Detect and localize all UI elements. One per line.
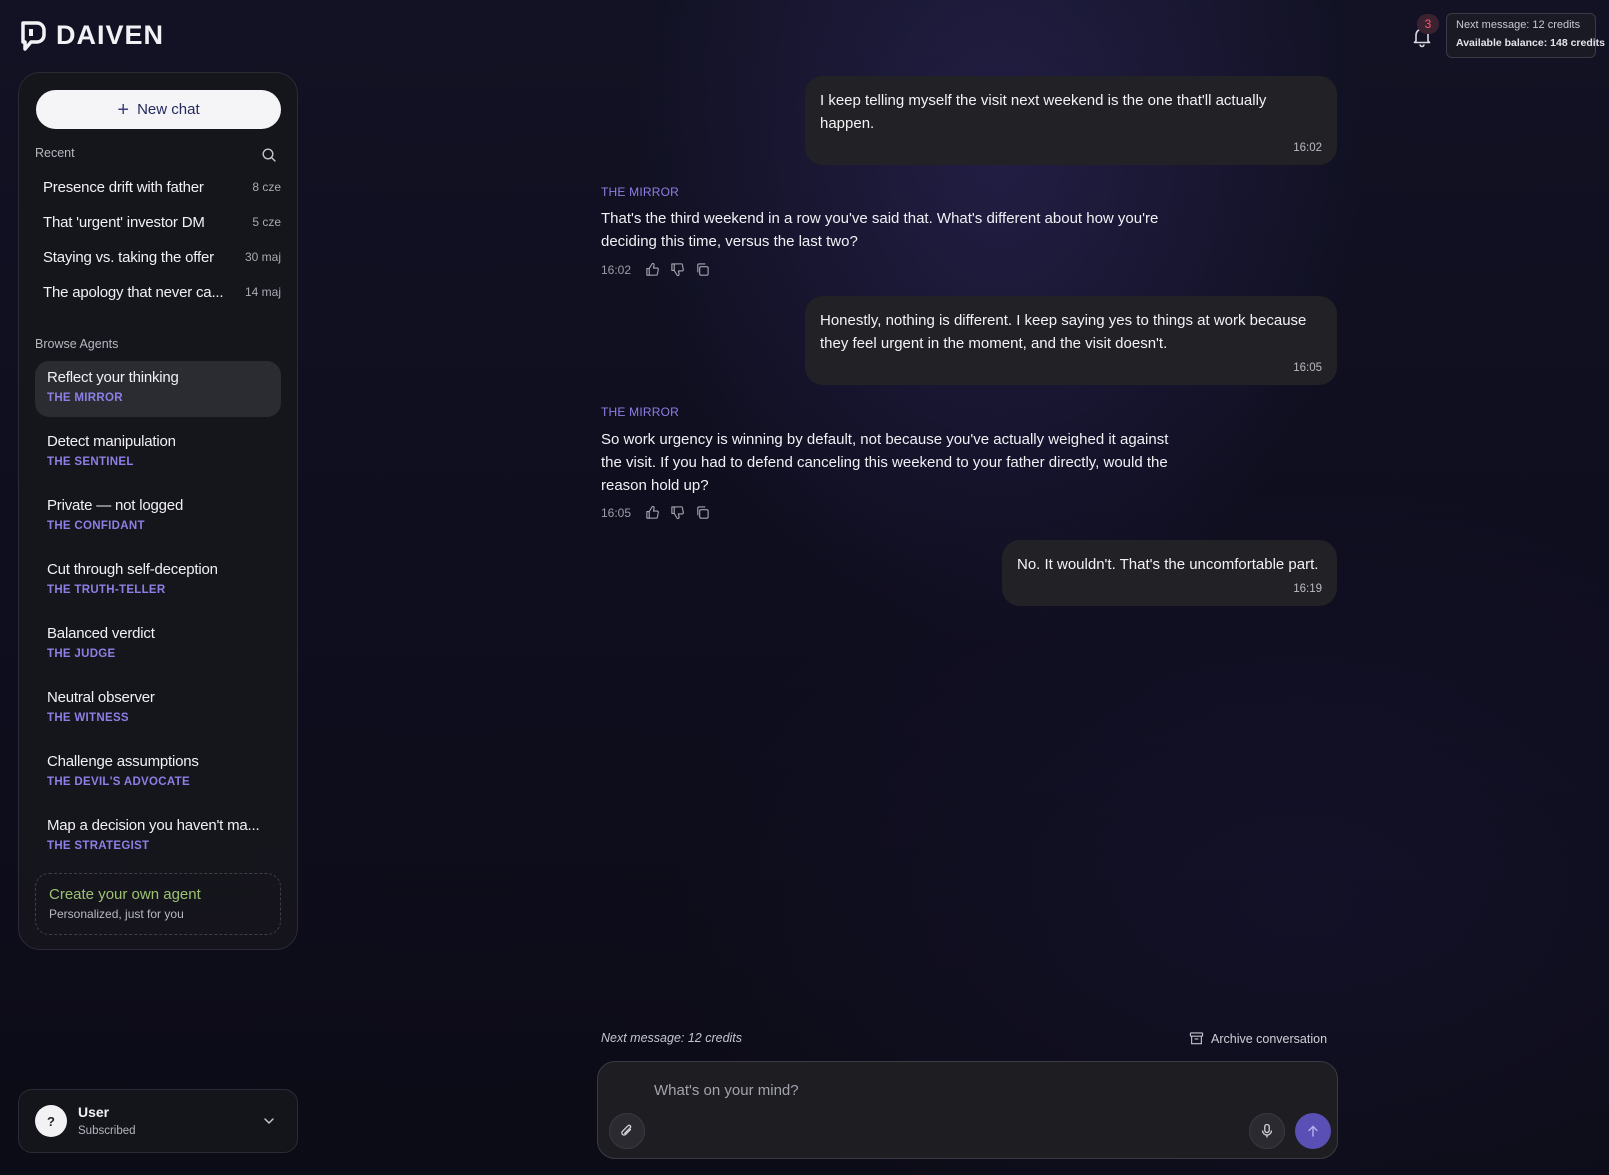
recent-item[interactable]: That 'urgent' investor DM 5 cze — [43, 209, 281, 235]
message-text: Honestly, nothing is different. I keep s… — [820, 312, 1307, 352]
agent-item-name: THE CONFIDANT — [47, 520, 145, 532]
new-chat-button[interactable]: + New chat — [36, 90, 281, 129]
user-message: I keep telling myself the visit next wee… — [805, 76, 1337, 165]
archive-icon — [1189, 1032, 1204, 1045]
message-input[interactable] — [654, 1078, 1254, 1102]
agent-item-mirror[interactable]: Reflect your thinking THE MIRROR — [35, 361, 281, 417]
agent-item-title: Detect manipulation — [47, 433, 176, 450]
message-time: 16:02 — [601, 262, 632, 277]
message-actions: 16:02 — [601, 262, 710, 277]
agent-item-title: Private — not logged — [47, 497, 184, 514]
agent-message-text: So work urgency is winning by default, n… — [601, 431, 1169, 494]
agent-item-name: THE SENTINEL — [47, 456, 134, 468]
recent-item-date: 30 maj — [244, 250, 281, 264]
message-time: 16:05 — [1293, 362, 1322, 374]
create-agent-title: Create your own agent — [49, 886, 201, 903]
logo-icon — [21, 20, 46, 51]
recent-item-title: Staying vs. taking the offer — [43, 248, 214, 266]
user-message: Honestly, nothing is different. I keep s… — [805, 296, 1337, 385]
create-agent-subtitle: Personalized, just for you — [49, 907, 184, 921]
archive-conversation-button[interactable]: Archive conversation — [1189, 1031, 1327, 1046]
new-chat-label: New chat — [137, 101, 200, 118]
agent-item-name: THE WITNESS — [47, 712, 129, 724]
send-button[interactable] — [1295, 1113, 1331, 1149]
message-composer — [597, 1061, 1338, 1159]
agent-item-title: Challenge assumptions — [47, 753, 199, 770]
agent-item-title: Neutral observer — [47, 689, 155, 706]
recent-item-title: The apology that never ca... — [43, 283, 224, 301]
thumbs-up-icon[interactable] — [645, 262, 660, 277]
agent-item-witness[interactable]: Neutral observer THE WITNESS — [35, 681, 281, 737]
thumbs-down-icon[interactable] — [670, 505, 685, 520]
message-text: No. It wouldn't. That's the uncomfortabl… — [1017, 556, 1319, 573]
agent-item-sentinel[interactable]: Detect manipulation THE SENTINEL — [35, 425, 281, 481]
credits-balance: Available balance: 148 credits — [1456, 37, 1606, 49]
agent-item-title: Reflect your thinking — [47, 369, 179, 386]
recent-item-title: Presence drift with father — [43, 178, 204, 196]
agent-item-title: Cut through self-deception — [47, 561, 218, 578]
agent-item-title: Map a decision you haven't ma... — [47, 817, 260, 834]
user-message: No. It wouldn't. That's the uncomfortabl… — [1002, 540, 1337, 606]
user-name: User — [78, 1104, 110, 1120]
microphone-button[interactable] — [1249, 1113, 1285, 1149]
recent-item[interactable]: Staying vs. taking the offer 30 maj — [43, 244, 281, 270]
create-agent-button[interactable]: Create your own agent Personalized, just… — [35, 873, 281, 935]
avatar: ? — [35, 1105, 67, 1137]
agent-item-devils-advocate[interactable]: Challenge assumptions THE DEVIL'S ADVOCA… — [35, 745, 281, 801]
recent-item-date: 5 cze — [252, 215, 281, 229]
arrow-up-icon — [1308, 1125, 1318, 1137]
next-message-cost: Next message: 12 credits — [601, 1031, 743, 1045]
agent-item-truth-teller[interactable]: Cut through self-deception THE TRUTH-TEL… — [35, 553, 281, 609]
agent-item-title: Balanced verdict — [47, 625, 155, 642]
agent-item-judge[interactable]: Balanced verdict THE JUDGE — [35, 617, 281, 673]
agent-item-confidant[interactable]: Private — not logged THE CONFIDANT — [35, 489, 281, 545]
app-logo[interactable]: DAIVEN — [20, 20, 164, 51]
agent-item-strategist[interactable]: Map a decision you haven't ma... THE STR… — [35, 809, 281, 865]
agent-message-text: That's the third weekend in a row you've… — [601, 210, 1159, 250]
agent-message-label: THE MIRROR — [601, 405, 679, 419]
recent-item[interactable]: Presence drift with father 8 cze — [43, 174, 281, 200]
search-icon[interactable] — [261, 147, 277, 163]
recent-heading: Recent — [35, 146, 75, 160]
agent-message-label: THE MIRROR — [601, 185, 679, 199]
chevron-down-icon — [264, 1118, 274, 1124]
user-status: Subscribed — [78, 1125, 136, 1137]
agent-item-name: THE TRUTH-TELLER — [47, 584, 166, 596]
message-time: 16:05 — [601, 505, 632, 520]
recent-item-date: 14 maj — [244, 285, 281, 299]
agent-item-name: THE JUDGE — [47, 648, 116, 660]
notification-badge: 3 — [1417, 14, 1439, 34]
copy-icon[interactable] — [695, 505, 710, 520]
recent-item-date: 8 cze — [252, 180, 281, 194]
message-time: 16:02 — [1293, 142, 1322, 154]
agent-item-name: THE MIRROR — [47, 392, 123, 404]
message-time: 16:19 — [1293, 583, 1322, 595]
agent-item-name: THE DEVIL'S ADVOCATE — [47, 776, 190, 788]
microphone-icon — [1261, 1123, 1273, 1138]
agent-item-name: THE STRATEGIST — [47, 840, 150, 852]
thumbs-up-icon[interactable] — [645, 505, 660, 520]
recent-item-title: That 'urgent' investor DM — [43, 213, 205, 231]
archive-label: Archive conversation — [1211, 1031, 1328, 1046]
copy-icon[interactable] — [695, 262, 710, 277]
credits-next-message: Next message: 12 credits — [1456, 19, 1581, 31]
message-actions: 16:05 — [601, 505, 710, 520]
recent-item[interactable]: The apology that never ca... 14 maj — [43, 279, 281, 305]
agents-heading: Browse Agents — [35, 337, 119, 351]
user-menu[interactable]: ? User Subscribed — [18, 1089, 298, 1153]
plus-icon: + — [117, 98, 130, 121]
paperclip-icon — [621, 1124, 632, 1136]
attach-button[interactable] — [609, 1113, 645, 1149]
credits-panel: Next message: 12 credits Available balan… — [1446, 13, 1606, 58]
sidebar: + New chat Recent Presence drift with fa… — [18, 72, 298, 950]
message-text: I keep telling myself the visit next wee… — [820, 92, 1267, 132]
thumbs-down-icon[interactable] — [670, 262, 685, 277]
app-name: DAIVEN — [56, 20, 165, 50]
